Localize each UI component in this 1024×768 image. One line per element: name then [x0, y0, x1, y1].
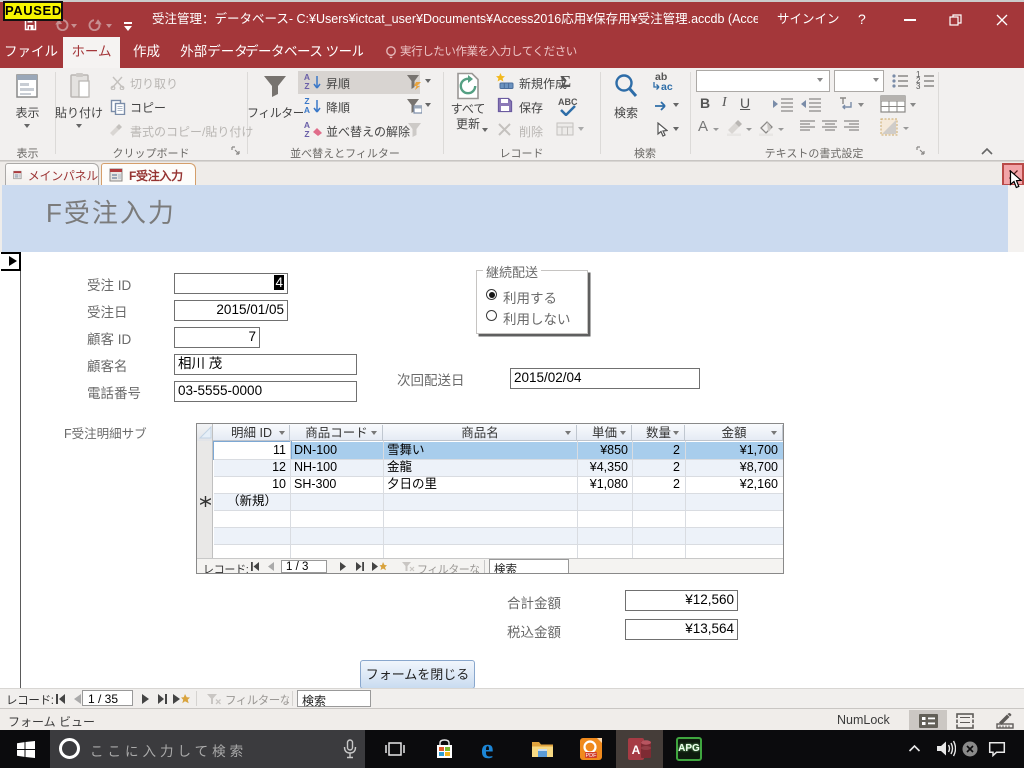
svg-text:A: A	[632, 743, 641, 757]
svg-text:PDF: PDF	[586, 753, 598, 759]
